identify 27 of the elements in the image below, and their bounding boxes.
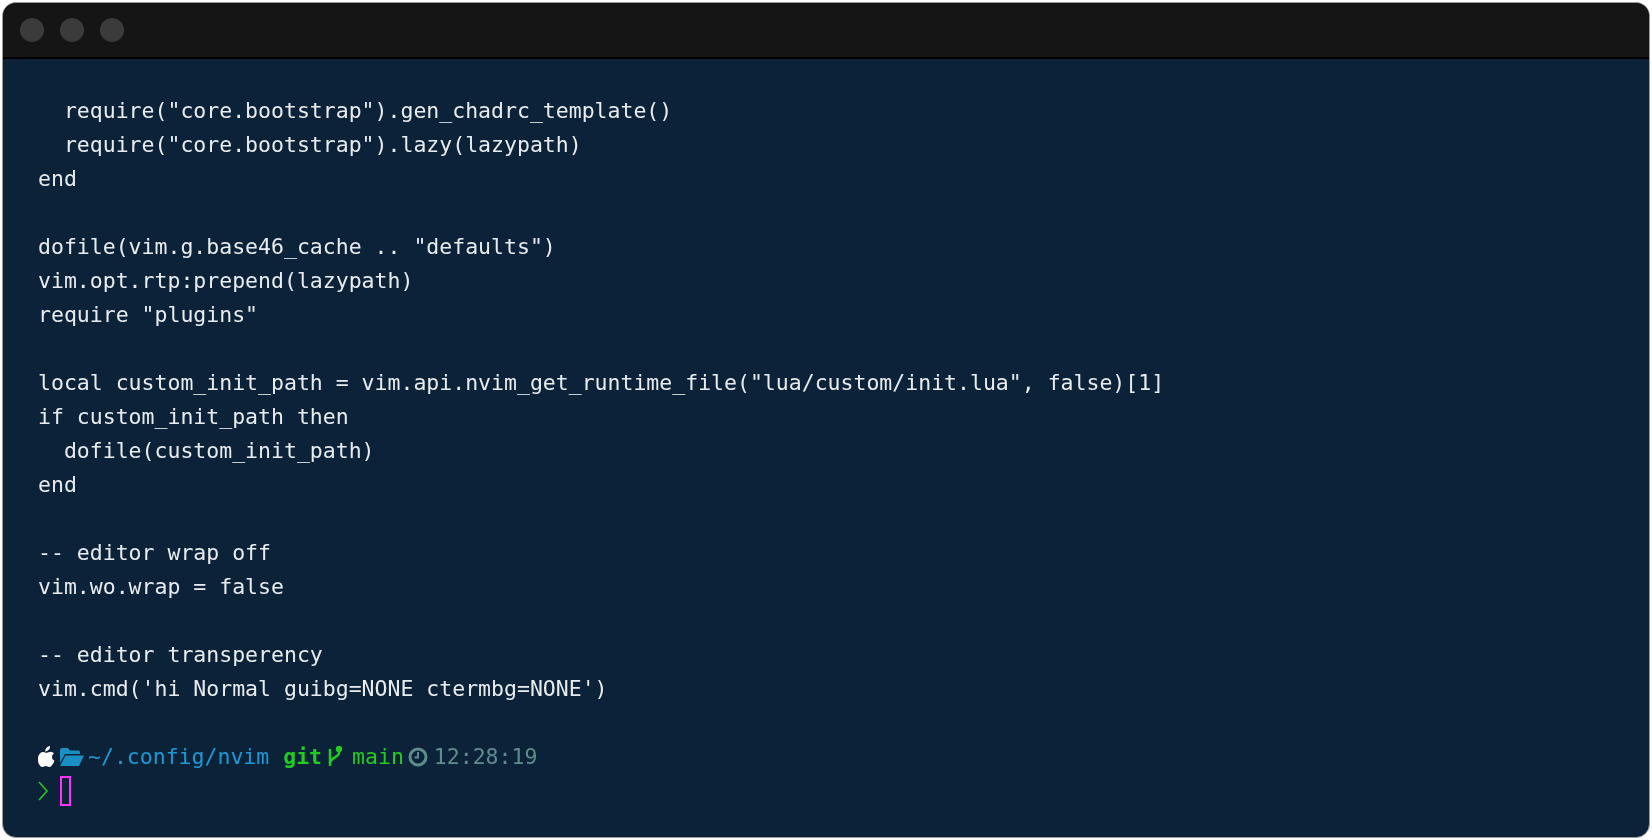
- code-line: local custom_init_path = vim.api.nvim_get_runtime_file("lua/custom/init.lua", false)[1]: [38, 369, 1165, 397]
- code-line: vim.cmd('hi Normal guibg=NONE ctermbg=NONE'): [38, 675, 608, 703]
- code-line: dofile(custom_init_path): [62, 437, 375, 465]
- code-line: dofile(vim.g.base46_cache .. "defaults"): [38, 233, 556, 261]
- maximize-button[interactable]: [100, 18, 124, 42]
- code-line: require("core.bootstrap").lazy(lazypath): [62, 131, 582, 159]
- folder-icon: [60, 748, 84, 766]
- branch-icon: [326, 746, 343, 768]
- code-line: if custom_init_path then: [38, 403, 349, 431]
- code-line: require("core.bootstrap").gen_chadrc_template(): [62, 97, 673, 125]
- clock-icon: [407, 747, 428, 767]
- code-line: require "plugins": [38, 301, 259, 329]
- code-line: end: [38, 165, 77, 193]
- minimize-button[interactable]: [60, 18, 84, 42]
- prompt-chevron-icon: [38, 781, 48, 801]
- directory-path: ~/.config/nvim: [88, 743, 270, 771]
- text-cursor: [60, 776, 71, 806]
- close-button[interactable]: [20, 18, 44, 42]
- code-line: vim.opt.rtp:prepend(lazypath): [38, 267, 414, 295]
- code-line: vim.wo.wrap = false: [38, 573, 284, 601]
- git-label: git: [283, 743, 323, 771]
- branch-name: main: [352, 743, 404, 771]
- code-line: -- editor transperency: [38, 641, 323, 669]
- apple-icon: [38, 746, 56, 768]
- code-line: -- editor wrap off: [38, 539, 271, 567]
- clock-time: 12:28:19: [433, 743, 538, 771]
- code-line: end: [38, 471, 77, 499]
